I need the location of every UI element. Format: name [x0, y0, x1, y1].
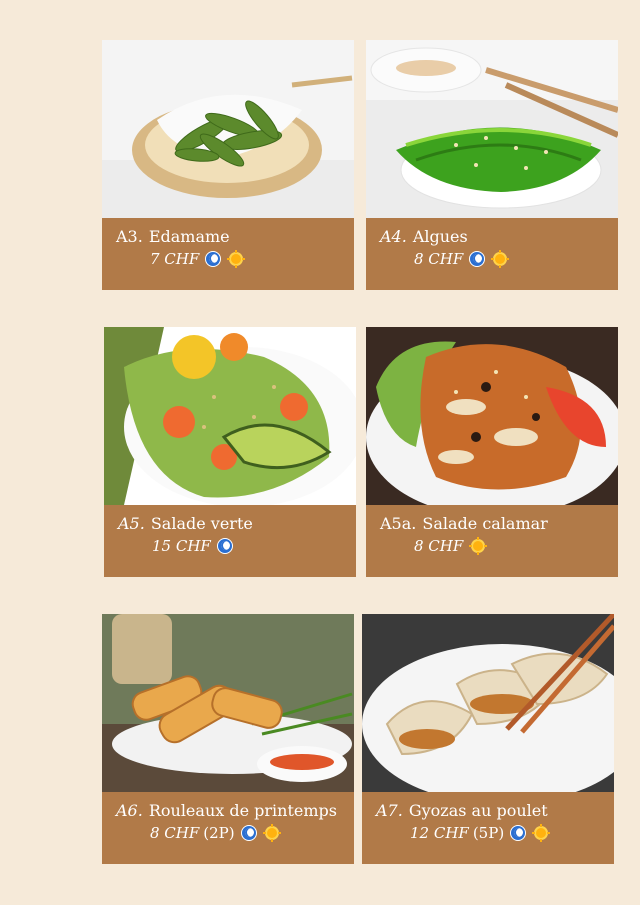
- menu-caption: A4. Algues 8 CHF: [366, 218, 618, 290]
- item-name: Salade verte: [150, 514, 253, 533]
- menu-card-a5a: A5a. Salade calamar 8 CHF: [366, 327, 618, 577]
- item-price: 8 CHF: [150, 824, 200, 842]
- menu-caption: A5a. Salade calamar 8 CHF: [366, 505, 618, 577]
- salade-verte-photo: [104, 327, 356, 505]
- algues-photo: [366, 40, 618, 218]
- menu-card-a3: A3. Edamame 7 CHF: [102, 40, 354, 290]
- moon-icon: [240, 825, 257, 841]
- edamame-photo: [102, 40, 354, 218]
- menu-card-a5: A5. Salade verte 15 CHF: [104, 327, 356, 577]
- menu-caption: A6. Rouleaux de printemps 8 CHF (2P): [102, 792, 354, 864]
- item-name: Edamame: [148, 227, 230, 246]
- item-code: A6.: [116, 801, 143, 820]
- rouleaux-photo: [102, 614, 354, 792]
- moon-icon: [205, 251, 222, 267]
- menu-caption: A5. Salade verte 15 CHF: [104, 505, 356, 577]
- item-price: 15 CHF: [152, 537, 211, 555]
- menu-card-a6: A6. Rouleaux de printemps 8 CHF (2P): [102, 614, 354, 864]
- item-code: A4.: [380, 227, 407, 246]
- sun-icon: [469, 537, 488, 555]
- item-price: 8 CHF: [414, 250, 464, 268]
- item-portion: (2P): [203, 824, 235, 842]
- menu-caption: A7. Gyozas au poulet 12 CHF (5P): [362, 792, 614, 864]
- sun-icon: [491, 250, 510, 268]
- moon-icon: [216, 538, 233, 554]
- item-price: 7 CHF: [150, 250, 200, 268]
- item-price: 8 CHF: [414, 537, 464, 555]
- salade-calamar-photo: [366, 327, 618, 505]
- item-code: A5.: [118, 514, 145, 533]
- sun-icon: [227, 250, 246, 268]
- item-name: Gyozas au poulet: [408, 801, 548, 820]
- moon-icon: [469, 251, 486, 267]
- item-code: A3.: [116, 227, 143, 246]
- moon-icon: [510, 825, 527, 841]
- item-price: 12 CHF: [410, 824, 469, 842]
- item-portion: (5P): [472, 824, 505, 842]
- item-code: A5a.: [380, 514, 417, 533]
- item-name: Salade calamar: [422, 514, 548, 533]
- menu-caption: A3. Edamame 7 CHF: [102, 218, 354, 290]
- item-name: Rouleaux de printemps: [148, 801, 337, 820]
- item-code: A7.: [376, 801, 403, 820]
- gyozas-photo: [362, 614, 614, 792]
- sun-icon: [532, 824, 551, 842]
- menu-card-a4: A4. Algues 8 CHF: [366, 40, 618, 290]
- item-name: Algues: [412, 227, 468, 246]
- menu-card-a7: A7. Gyozas au poulet 12 CHF (5P): [362, 614, 614, 864]
- sun-icon: [262, 824, 281, 842]
